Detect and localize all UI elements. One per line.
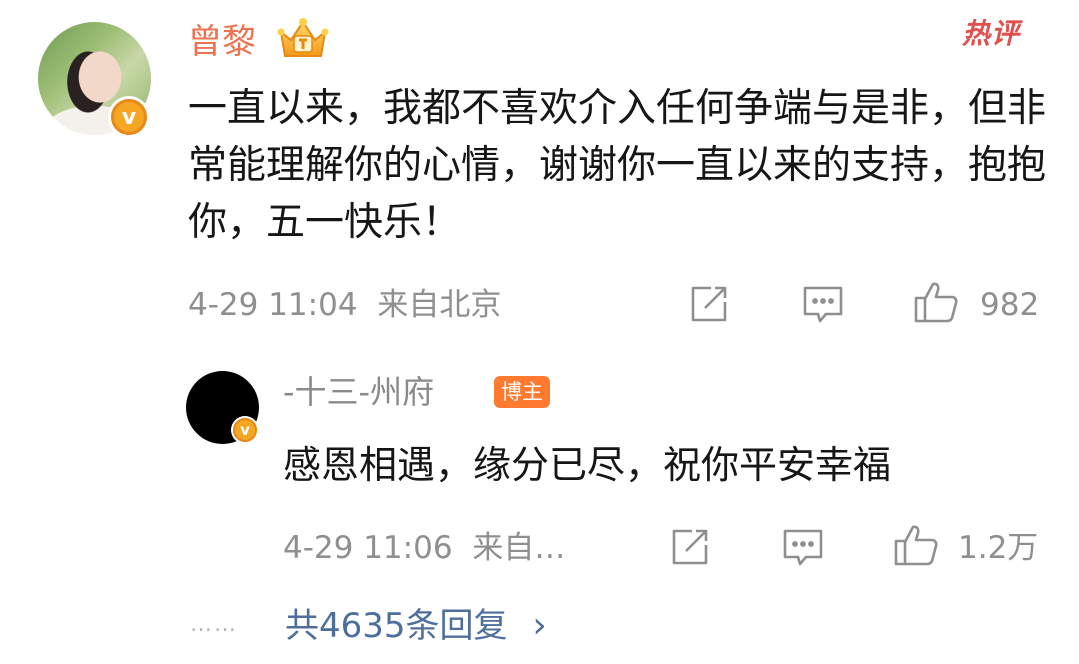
- verified-badge: v: [231, 416, 259, 444]
- comment-location: 来自北京: [377, 287, 502, 323]
- like-count: 1.2万: [958, 530, 1039, 566]
- more-replies-link[interactable]: 共4635条回复 ›: [285, 604, 547, 648]
- comment-icon[interactable]: [782, 527, 823, 567]
- reply-location: 来自…: [472, 530, 566, 566]
- verified-v-icon: v: [111, 99, 147, 135]
- verified-v-icon: v: [233, 418, 257, 442]
- chevron-right-icon: ›: [532, 605, 547, 646]
- divider-dots: ……: [190, 612, 238, 637]
- reply-text: 感恩相遇，缘分已尽，祝你平安幸福: [283, 443, 892, 487]
- verified-badge: v: [108, 96, 150, 138]
- author-name[interactable]: 曾黎: [188, 18, 256, 66]
- share-icon[interactable]: [670, 527, 710, 567]
- comment-timestamp: 4-29 11:04: [188, 287, 358, 323]
- more-replies-label: 共4635条回复: [285, 606, 508, 646]
- comment-text: 一直以来，我都不喜欢介入任何争端与是非，但非常能理解你的心情，谢谢你一直以来的支…: [188, 86, 1047, 245]
- crown-icon: [275, 16, 331, 64]
- comment-icon[interactable]: [802, 284, 843, 324]
- like-icon[interactable]: [893, 523, 938, 566]
- like-icon[interactable]: [913, 280, 958, 323]
- reply-author-name[interactable]: -十三-州府: [283, 370, 434, 414]
- reply-timestamp: 4-29 11:06: [283, 530, 453, 566]
- reply-meta: 4-29 11:06 来自…: [283, 528, 565, 568]
- hot-comment-tag: 热评: [962, 17, 1021, 50]
- comment-meta: 4-29 11:04 来自北京: [188, 285, 501, 325]
- like-count: 982: [980, 287, 1040, 323]
- share-icon[interactable]: [689, 284, 729, 324]
- blogger-badge: 博主: [494, 376, 550, 408]
